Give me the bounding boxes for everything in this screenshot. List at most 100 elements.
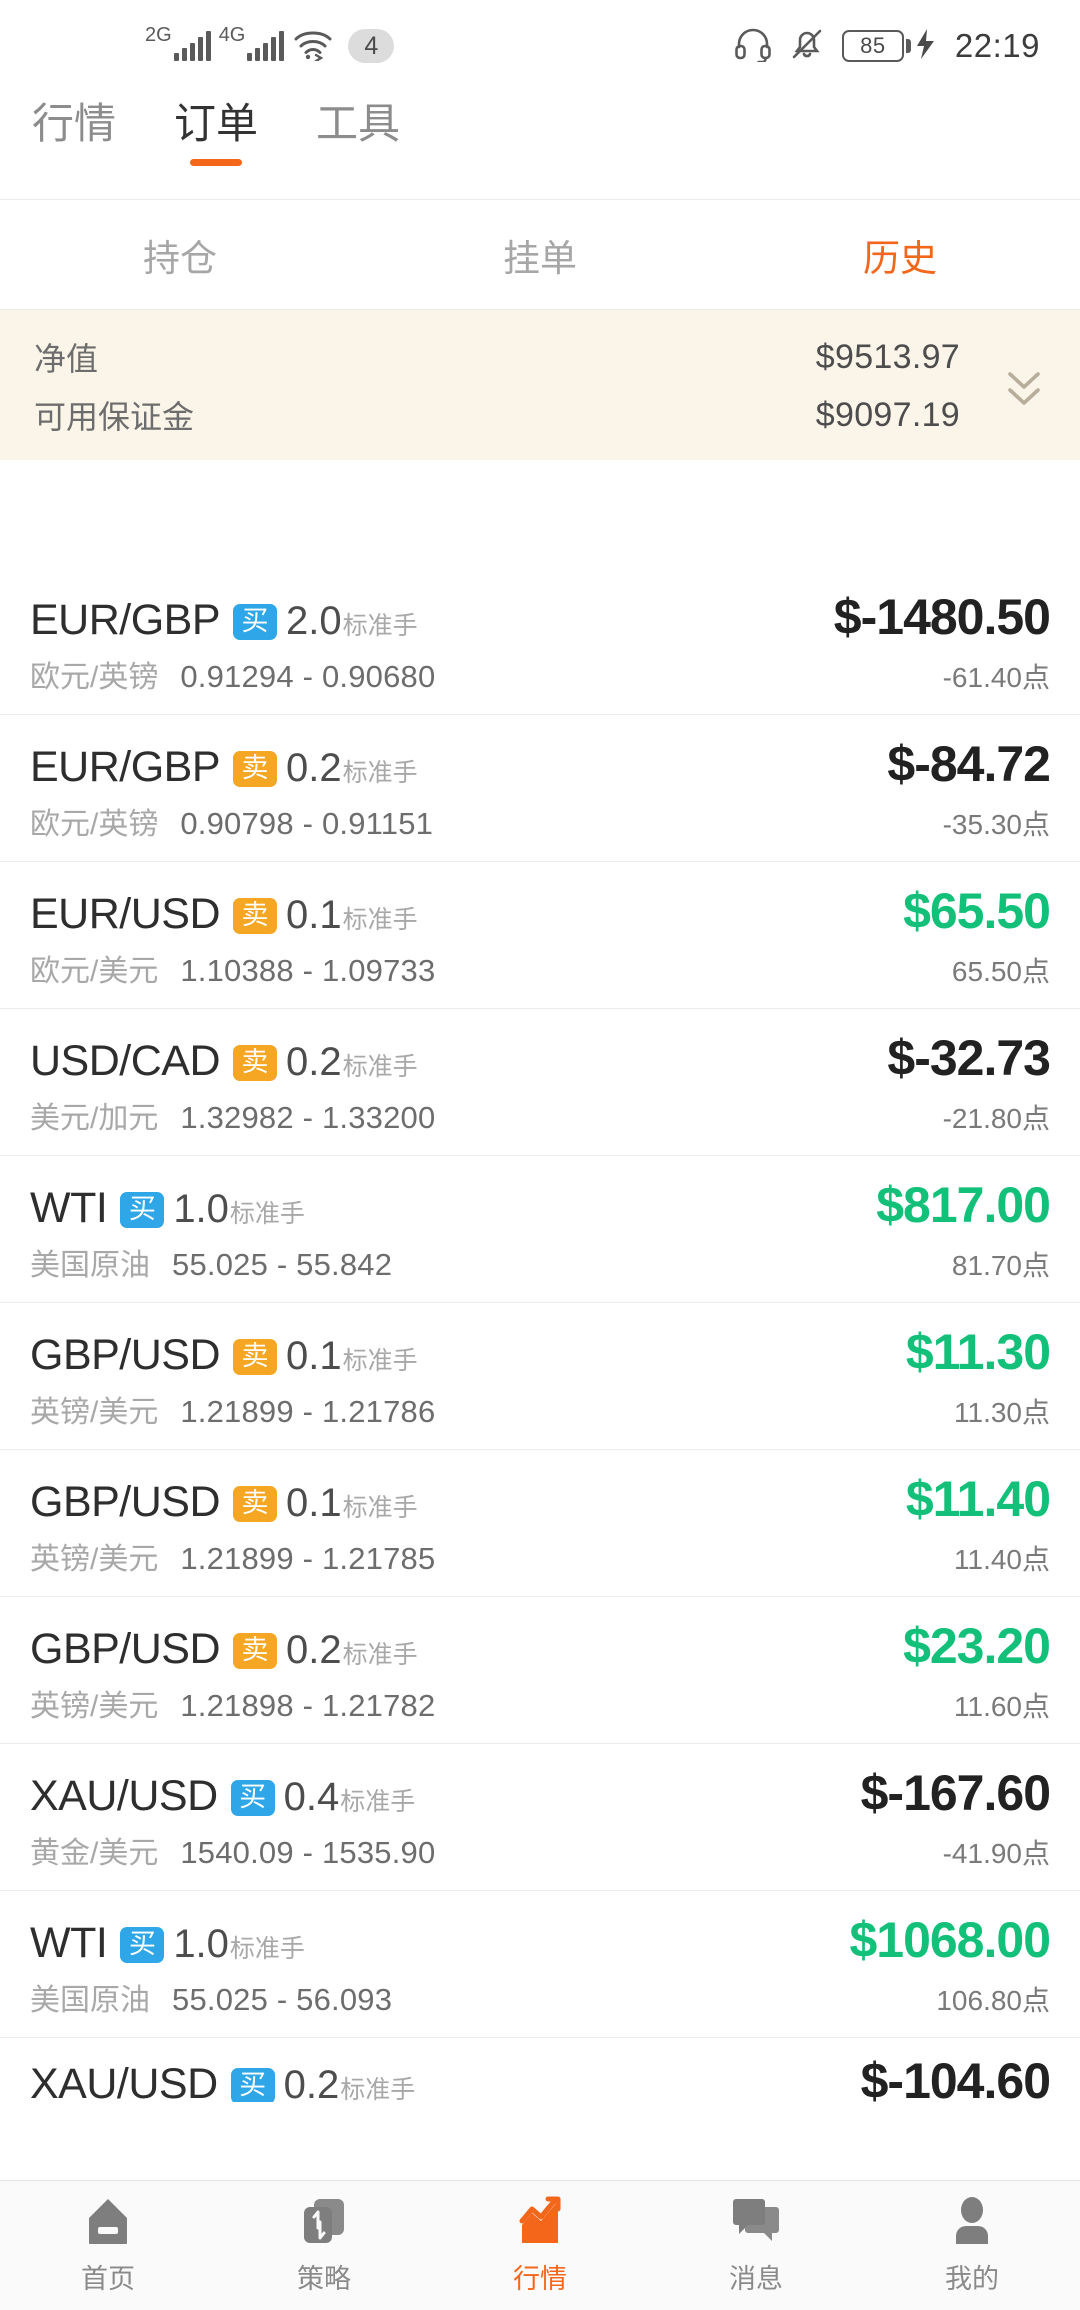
double-chevron-down-icon[interactable]: [996, 357, 1052, 413]
table-row[interactable]: WTI 买 1.0 标准手 $1068.00 美国原油 55.025 - 56.…: [0, 1891, 1080, 2038]
subtab-history[interactable]: 历史: [720, 228, 1080, 282]
order-side-badge: 卖: [233, 1486, 278, 1523]
order-lot-unit: 标准手: [342, 1494, 418, 1522]
order-lot-unit: 标准手: [342, 1053, 418, 1081]
order-lot-unit: 标准手: [340, 1788, 416, 1816]
order-lots: 0.1: [286, 893, 342, 937]
battery-cap: [905, 39, 911, 53]
order-row-secondary: 欧元/美元 1.10388 - 1.09733 65.50点: [30, 946, 1050, 990]
status-bar-left: 2G 4G 4: [145, 24, 395, 66]
order-row-secondary: 英镑/美元 1.21899 - 1.21785 11.40点: [30, 1534, 1050, 1578]
order-lot-unit: 标准手: [342, 906, 418, 934]
order-symbol: EUR/GBP: [30, 743, 221, 791]
tab-market[interactable]: 行情: [32, 92, 116, 148]
sub-tab-bar: 持仓 挂单 历史: [0, 200, 1080, 310]
top-tab-bar: 行情 订单 工具: [0, 92, 1080, 200]
order-lots: 0.2: [283, 2063, 340, 2102]
order-points: 11.40点: [954, 1544, 1050, 1575]
order-row-primary: EUR/GBP 买 2.0 标准手 $-1480.50: [30, 588, 1051, 646]
order-history-list[interactable]: EUR/GBP 买 2.0 标准手 $-1480.50 欧元/英镑 0.9129…: [0, 568, 1080, 2180]
order-side-badge: 卖: [233, 1045, 278, 1082]
order-lot-unit: 标准手: [342, 1641, 418, 1669]
nav-item-profile-label: 我的: [945, 2264, 999, 2294]
status-bar: 2G 4G 4 85 22:19: [0, 0, 1080, 92]
free-margin-label: 可用保证金: [34, 399, 195, 435]
order-price-range: 0.90798 - 0.91151: [180, 806, 434, 841]
subtab-pending[interactable]: 挂单: [360, 228, 720, 282]
order-row-primary: XAU/USD 买 0.4 标准手 $-167.60: [30, 1764, 1051, 1822]
order-row-primary: XAU/USD 买 0.2 标准手 $-104.60: [30, 2052, 1051, 2102]
order-symbol: WTI: [30, 1184, 108, 1232]
order-lots: 1.0: [173, 1922, 229, 1966]
order-profit: $23.20: [903, 1618, 1051, 1674]
order-row-secondary: 英镑/美元 1.21899 - 1.21786 11.30点: [30, 1387, 1050, 1431]
nav-item-strategy-label: 策略: [297, 2264, 351, 2294]
signal-bars-2-icon: [247, 31, 285, 61]
order-price-range: 55.025 - 56.093: [172, 1982, 393, 2017]
order-profit: $-84.72: [887, 736, 1051, 792]
person-icon: [946, 2195, 998, 2247]
signal-2-group: 4G: [219, 25, 285, 61]
order-row-primary: GBP/USD 卖 0.2 标准手 $23.20: [30, 1617, 1051, 1675]
order-cn-name: 美国原油: [30, 1984, 150, 2017]
account-summary-panel[interactable]: 净值 $9513.97 可用保证金 $9097.19: [0, 310, 1080, 460]
tab-tools-label: 工具: [316, 100, 401, 147]
order-side-badge: 买: [230, 1780, 275, 1817]
order-cn-name: 黄金/美元: [30, 1837, 159, 1870]
signal-bars-1-icon: [173, 31, 211, 61]
order-symbol: EUR/USD: [30, 890, 221, 938]
nav-item-messages-label: 消息: [729, 2264, 783, 2294]
order-points: -61.40点: [942, 662, 1050, 693]
table-row[interactable]: GBP/USD 卖 0.2 标准手 $23.20 英镑/美元 1.21898 -…: [0, 1597, 1080, 1744]
order-row-primary: WTI 买 1.0 标准手 $817.00: [30, 1176, 1051, 1234]
order-cn-name: 美国原油: [30, 1249, 150, 1282]
table-row[interactable]: EUR/GBP 卖 0.2 标准手 $-84.72 欧元/英镑 0.90798 …: [0, 715, 1080, 862]
nav-item-strategy[interactable]: 策略: [216, 2195, 432, 2296]
order-points: 106.80点: [936, 1985, 1050, 2016]
table-row[interactable]: GBP/USD 卖 0.1 标准手 $11.40 英镑/美元 1.21899 -…: [0, 1450, 1080, 1597]
table-row[interactable]: GBP/USD 卖 0.1 标准手 $11.30 英镑/美元 1.21899 -…: [0, 1303, 1080, 1450]
network-type-1-label: 2G: [145, 24, 172, 46]
order-side-badge: 买: [230, 2068, 275, 2102]
charging-bolt-icon: [913, 27, 937, 66]
order-row-secondary: 美国原油 55.025 - 56.093 106.80点: [30, 1975, 1050, 2019]
order-price-range: 0.91294 - 0.90680: [180, 659, 436, 694]
tab-orders[interactable]: 订单: [174, 92, 258, 167]
subtab-positions[interactable]: 持仓: [0, 228, 360, 282]
nav-item-profile[interactable]: 我的: [864, 2195, 1080, 2296]
chart-trend-icon: [514, 2195, 566, 2247]
order-row-primary: GBP/USD 卖 0.1 标准手 $11.30: [30, 1323, 1051, 1381]
order-symbol: GBP/USD: [30, 1331, 221, 1379]
headphone-icon: [734, 26, 772, 67]
table-row[interactable]: WTI 买 1.0 标准手 $817.00 美国原油 55.025 - 55.8…: [0, 1156, 1080, 1303]
order-lots: 0.2: [286, 1628, 342, 1672]
tab-tools[interactable]: 工具: [316, 92, 400, 148]
nav-item-home[interactable]: 首页: [0, 2195, 216, 2296]
order-row-primary: EUR/USD 卖 0.1 标准手 $65.50: [30, 882, 1051, 940]
order-row-secondary: 欧元/英镑 0.90798 - 0.91151 -35.30点: [30, 799, 1050, 843]
order-lot-unit: 标准手: [342, 759, 418, 787]
table-row[interactable]: EUR/GBP 买 2.0 标准手 $-1480.50 欧元/英镑 0.9129…: [0, 568, 1080, 715]
order-row-secondary: 美国原油 55.025 - 55.842 81.70点: [30, 1240, 1050, 1284]
order-side-badge: 卖: [233, 1633, 278, 1670]
order-row-secondary: 美元/加元 1.32982 - 1.33200 -21.80点: [30, 1093, 1050, 1137]
order-profit: $1068.00: [849, 1912, 1051, 1968]
equity-label: 净值: [34, 341, 99, 377]
table-row[interactable]: EUR/USD 卖 0.1 标准手 $65.50 欧元/美元 1.10388 -…: [0, 862, 1080, 1009]
network-type-2-label: 4G: [218, 24, 246, 46]
table-row[interactable]: XAU/USD 买 0.4 标准手 $-167.60 黄金/美元 1540.09…: [0, 1744, 1080, 1891]
table-row[interactable]: XAU/USD 买 0.2 标准手 $-104.60: [0, 2038, 1080, 2102]
order-row-secondary: 英镑/美元 1.21898 - 1.21782 11.60点: [30, 1681, 1050, 1725]
order-cn-name: 英镑/美元: [30, 1690, 159, 1723]
table-row[interactable]: USD/CAD 卖 0.2 标准手 $-32.73 美元/加元 1.32982 …: [0, 1009, 1080, 1156]
equity-row: 净值 $9513.97: [34, 334, 1046, 380]
order-symbol: USD/CAD: [30, 1037, 221, 1085]
nav-item-messages[interactable]: 消息: [648, 2195, 864, 2296]
order-lots: 0.4: [283, 1775, 340, 1819]
order-cn-name: 美元/加元: [30, 1102, 159, 1135]
order-profit: $11.40: [905, 1471, 1051, 1527]
order-points: 81.70点: [951, 1250, 1050, 1281]
order-symbol: GBP/USD: [30, 1625, 221, 1673]
nav-item-market[interactable]: 行情: [432, 2195, 648, 2296]
free-margin-row: 可用保证金 $9097.19: [34, 392, 1046, 438]
